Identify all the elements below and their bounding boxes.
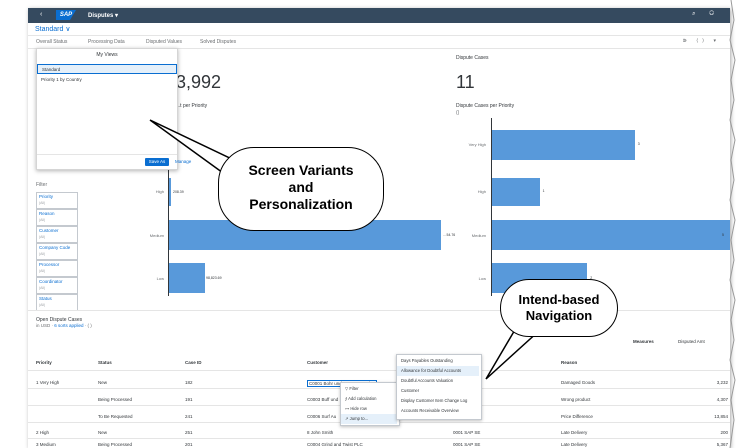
torn-edge — [729, 0, 736, 448]
callout-line: Intend-based — [518, 292, 600, 307]
torn-edge-line — [729, 0, 736, 448]
callout-line: Screen Variants — [248, 162, 354, 178]
callout-line: Navigation — [525, 308, 593, 323]
callout-line: Personalization — [249, 196, 353, 212]
callout-intent-navigation: Intend-based Navigation — [500, 279, 618, 337]
callout-tails — [149, 119, 542, 380]
callout-screen-variants: Screen Variants and Personalization — [218, 147, 384, 231]
callout-line: and — [288, 179, 314, 195]
